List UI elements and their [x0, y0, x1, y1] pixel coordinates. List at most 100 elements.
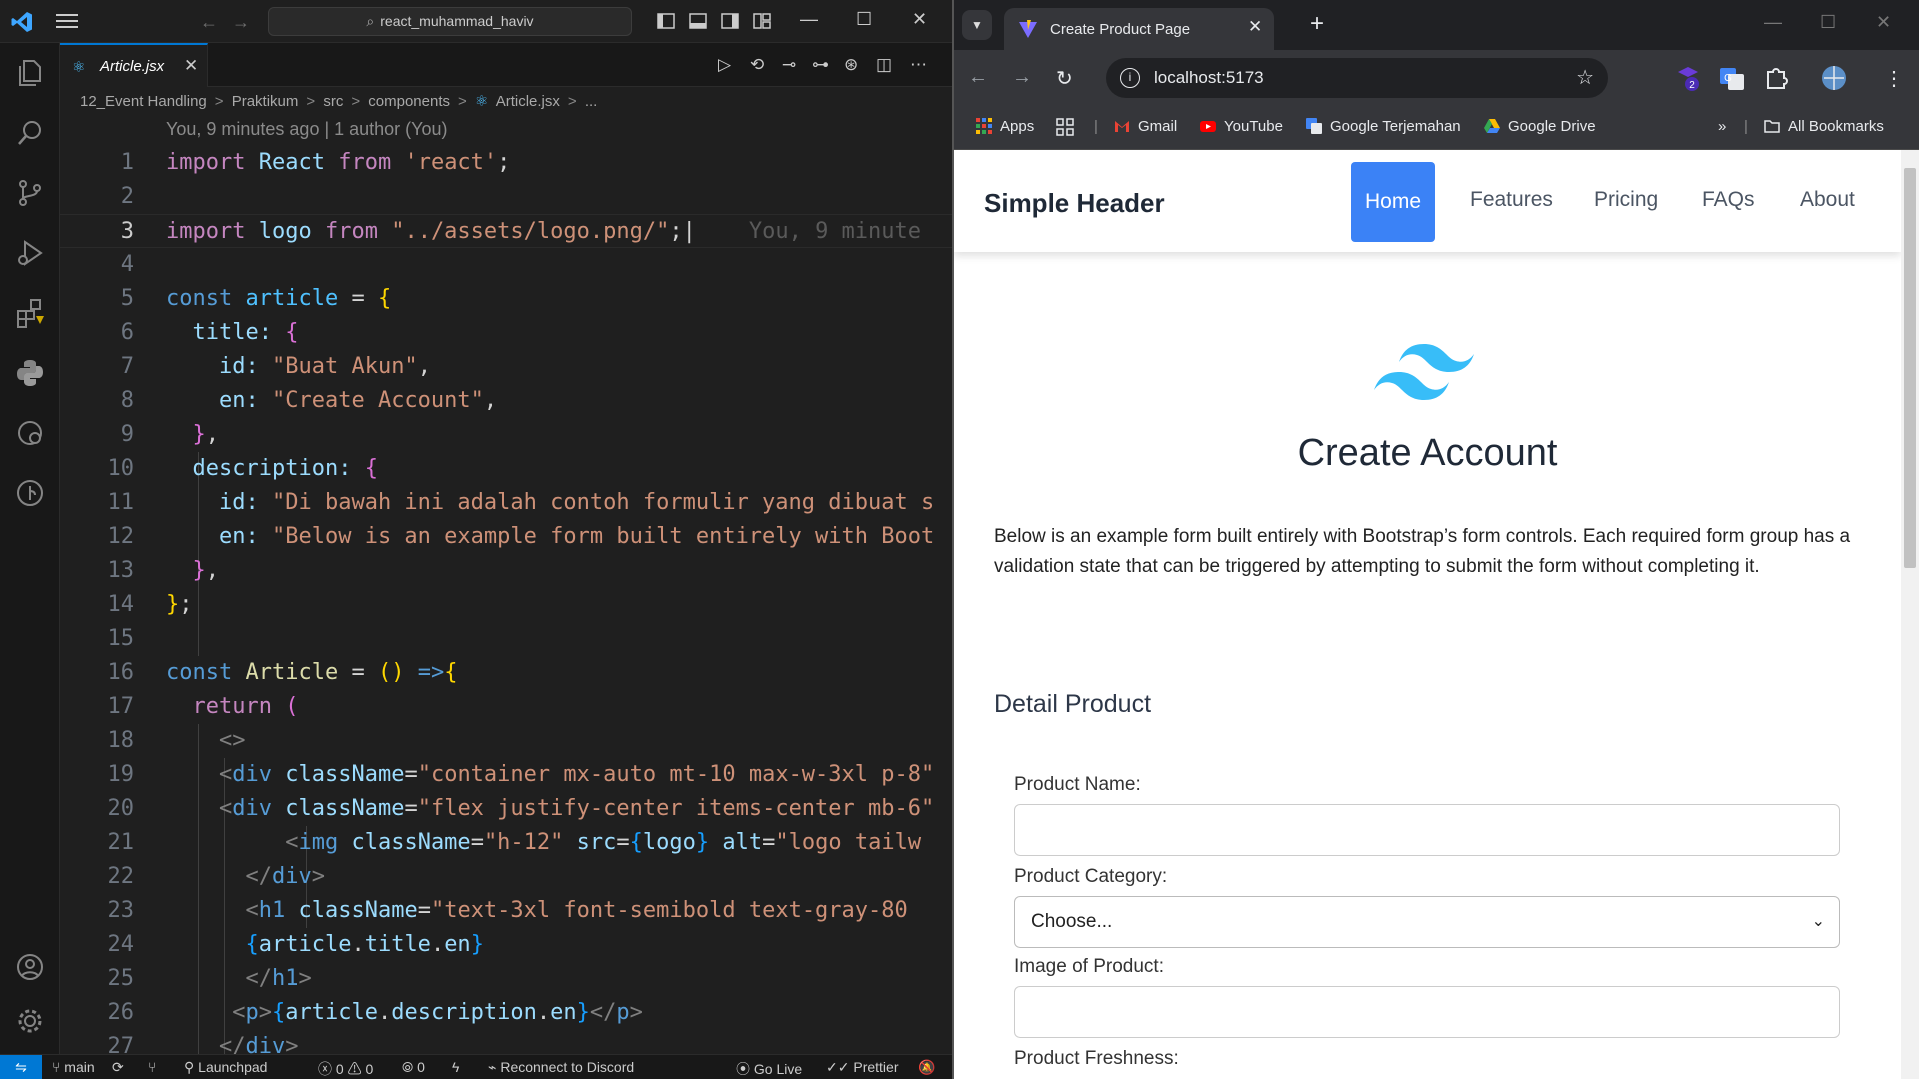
site-brand[interactable]: Simple Header	[984, 188, 1165, 219]
breadcrumb-item[interactable]: Praktikum	[232, 93, 299, 110]
chrome-menu-icon[interactable]: ⋮	[1884, 66, 1904, 91]
extensions-puzzle-icon[interactable]	[1762, 64, 1790, 92]
code-line: 5 const article = {	[120, 286, 392, 311]
code-line: 14};	[107, 592, 193, 617]
close-tab-icon[interactable]: ✕	[184, 56, 198, 76]
reload-icon[interactable]: ↻	[1056, 66, 1073, 91]
workspace-name: react_muhammad_haviv	[380, 13, 534, 29]
run-debug-icon[interactable]	[14, 237, 46, 269]
all-bookmarks[interactable]: All Bookmarks	[1764, 118, 1884, 135]
bookmark-star-icon[interactable]: ☆	[1576, 65, 1594, 90]
nav-home[interactable]: Home	[1351, 162, 1435, 242]
search-icon[interactable]	[14, 117, 46, 149]
nav-faqs[interactable]: FAQs	[1702, 188, 1755, 212]
explorer-icon[interactable]	[14, 57, 46, 89]
forward-arrow-icon[interactable]: →	[1012, 66, 1032, 89]
next-change-icon[interactable]: ⊶	[812, 55, 829, 75]
back-arrow-icon[interactable]: ←	[200, 12, 218, 33]
sync-icon[interactable]: ⟳	[112, 1059, 124, 1076]
launchpad-status[interactable]: ⚲ Launchpad	[184, 1059, 267, 1076]
browser-tab-active[interactable]: Create Product Page ✕	[1004, 8, 1274, 50]
close-icon[interactable]: ✕	[912, 9, 927, 30]
tab-article-jsx[interactable]: ⚛ Article.jsx ✕	[60, 43, 208, 87]
broadcast-icon: ⦿	[736, 1061, 754, 1077]
bookmark-google-translate[interactable]: Google Terjemahan	[1306, 118, 1461, 135]
more-actions-icon[interactable]: ⋯	[910, 55, 927, 75]
split-editor-icon[interactable]: ◫	[876, 55, 892, 75]
maximize-icon[interactable]: ☐	[856, 9, 872, 30]
tab-groups-icon[interactable]	[1056, 118, 1074, 136]
command-center-search[interactable]: ⌕ react_muhammad_haviv	[268, 7, 632, 36]
codelens-blame[interactable]: You, 9 minutes ago | 1 author (You)	[166, 119, 448, 140]
site-info-icon[interactable]: i	[1120, 68, 1140, 88]
python-icon[interactable]	[14, 357, 46, 389]
timeline-icon[interactable]: ⊸	[782, 55, 796, 75]
toggle-sidebar-icon[interactable]	[656, 11, 676, 31]
breadcrumb-item[interactable]: Article.jsx	[496, 93, 560, 110]
minimize-icon[interactable]: —	[800, 9, 818, 30]
scrollbar-thumb[interactable]	[1904, 168, 1916, 568]
product-category-select[interactable]: Choose... ⌄	[1014, 896, 1840, 948]
google-translate-icon	[1306, 118, 1322, 134]
prettier-status[interactable]: ✓✓ Prettier	[826, 1059, 898, 1076]
breadcrumb-item[interactable]: src	[323, 93, 343, 110]
gitlens-icon[interactable]	[14, 477, 46, 509]
ports-status[interactable]: ⦾ 0	[402, 1059, 425, 1076]
lightning-icon[interactable]: ϟ	[452, 1059, 459, 1075]
new-tab-plus-icon[interactable]: +	[1310, 10, 1324, 38]
customize-layout-icon[interactable]	[752, 11, 772, 31]
code-line: 12 en: "Below is an example form built e…	[107, 524, 935, 549]
chevron-right-icon: >	[306, 93, 316, 110]
chrome-tabstrip: ▼ Create Product Page ✕ + — ☐ ✕	[954, 0, 1919, 50]
code-line: 15	[107, 626, 135, 651]
accounts-icon[interactable]	[14, 951, 46, 983]
more-bookmarks-chevron-icon[interactable]: »	[1718, 118, 1726, 135]
run-icon[interactable]: ▷	[718, 55, 731, 75]
remote-indicator-icon[interactable]: ⇋	[0, 1055, 42, 1079]
back-arrow-icon[interactable]: ←	[968, 66, 988, 89]
open-changes-icon[interactable]: ⟲	[750, 55, 764, 75]
bookmark-apps[interactable]: Apps	[976, 118, 1034, 135]
go-live-status[interactable]: ⦿ Go Live	[736, 1059, 802, 1079]
bookmark-google-drive[interactable]: Google Drive	[1484, 118, 1596, 135]
code-line: 13 },	[107, 558, 220, 583]
branch-status[interactable]: ⑂ main	[52, 1059, 95, 1075]
nav-pricing[interactable]: Pricing	[1594, 188, 1658, 212]
gitlens-inspect-icon[interactable]: ⊛	[844, 55, 858, 75]
settings-gear-icon[interactable]	[14, 1005, 46, 1037]
problems-status[interactable]: ⓧ 0 ⚠ 0	[318, 1059, 373, 1079]
forward-arrow-icon[interactable]: →	[232, 12, 250, 33]
close-icon[interactable]: ✕	[1876, 12, 1891, 33]
apps-grid-icon	[976, 118, 992, 134]
address-bar[interactable]: i localhost:5173 ☆	[1106, 58, 1608, 98]
nav-about[interactable]: About	[1800, 188, 1855, 212]
toggle-panel-icon[interactable]	[688, 11, 708, 31]
bookmark-gmail[interactable]: Gmail	[1114, 118, 1177, 135]
hamburger-menu-icon[interactable]	[56, 13, 78, 29]
google-translate-icon[interactable]: G	[1718, 64, 1746, 92]
breadcrumb-item[interactable]: components	[368, 93, 450, 110]
extension-badge-icon[interactable]: 2	[1674, 64, 1702, 92]
code-editor[interactable]: 1 import React from 'react'; 2 3 import lo…	[60, 146, 952, 1064]
minimize-icon[interactable]: —	[1764, 12, 1782, 33]
source-control-icon[interactable]	[14, 177, 46, 209]
code-line: 8 en: "Create Account",	[120, 388, 498, 413]
bookmark-youtube[interactable]: YouTube	[1200, 118, 1283, 135]
product-name-input[interactable]	[1014, 804, 1840, 856]
notifications-bell-icon[interactable]: 🔕	[918, 1059, 935, 1076]
profile-avatar[interactable]	[1820, 64, 1848, 92]
breadcrumb-item[interactable]: 12_Event Handling	[80, 93, 207, 110]
product-image-input[interactable]	[1014, 986, 1840, 1038]
nav-features[interactable]: Features	[1470, 188, 1553, 212]
remote-explorer-icon[interactable]	[14, 417, 46, 449]
extensions-icon[interactable]	[14, 297, 46, 329]
code-line: 4	[120, 252, 134, 277]
maximize-icon[interactable]: ☐	[1820, 12, 1836, 33]
gitlens-graph-icon[interactable]: ⑂	[148, 1059, 156, 1075]
close-tab-icon[interactable]: ✕	[1248, 17, 1262, 37]
breadcrumb-item[interactable]: ...	[585, 93, 598, 110]
discord-status[interactable]: ⌁ Reconnect to Discord	[488, 1059, 634, 1076]
toggle-secondary-sidebar-icon[interactable]	[720, 11, 740, 31]
page-scrollbar[interactable]	[1901, 150, 1919, 1079]
tab-search-chevron-down-icon[interactable]: ▼	[962, 10, 992, 40]
